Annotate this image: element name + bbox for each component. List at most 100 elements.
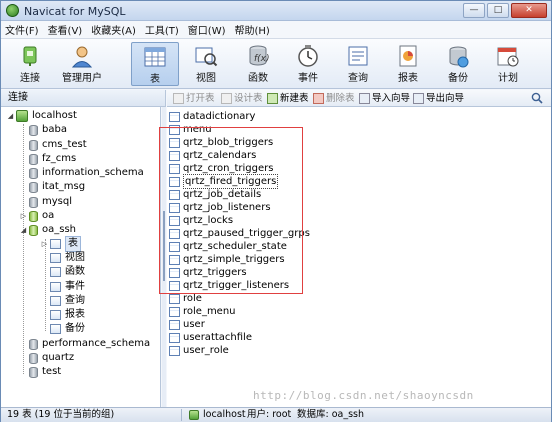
tree-guide-line-child xyxy=(45,239,46,331)
app-window: Navicat for MySQL — □ ✕ 文件(F) 查看(V) 收藏夹(… xyxy=(0,0,552,422)
tree-db-cms-test[interactable]: cms_test xyxy=(29,138,87,152)
event-icon xyxy=(298,45,318,67)
database-icon xyxy=(29,124,38,136)
table-item-user[interactable]: user xyxy=(169,318,205,331)
menu-help[interactable]: 帮助(H) xyxy=(235,22,270,37)
status-database: 数据库: oa_ssh xyxy=(297,409,365,420)
table-icon xyxy=(144,47,166,67)
tree-db-oa-ssh[interactable]: ◢ oa_ssh xyxy=(20,223,76,237)
table-icon xyxy=(169,345,180,356)
table-item-datadictionary[interactable]: datadictionary xyxy=(169,110,255,123)
status-connection: localhost xyxy=(203,409,246,420)
tree-db-quartz[interactable]: quartz xyxy=(29,351,74,365)
menu-tools[interactable]: 工具(T) xyxy=(145,22,179,37)
design-table-button[interactable]: 设计表 xyxy=(221,92,263,105)
menu-window[interactable]: 窗口(W) xyxy=(188,22,226,37)
search-icon[interactable] xyxy=(531,92,543,104)
query-icon xyxy=(50,296,61,306)
export-icon xyxy=(413,93,424,104)
tree-node-backups[interactable]: 备份 xyxy=(50,322,85,336)
manage-users-button[interactable]: 管理用户 xyxy=(59,42,105,86)
import-wizard-button[interactable]: 导入向导 xyxy=(359,92,410,105)
import-icon xyxy=(359,93,370,104)
table-icon xyxy=(169,332,180,343)
tree-db-performance-schema[interactable]: performance_schema xyxy=(29,337,150,351)
database-icon xyxy=(29,167,38,179)
database-icon xyxy=(29,338,38,350)
tree-node-tables[interactable]: ▷ 表 xyxy=(41,236,81,252)
minimize-button[interactable]: — xyxy=(463,3,485,18)
tree-db-fz-cms[interactable]: fz_cms xyxy=(29,152,76,166)
database-icon xyxy=(29,139,38,151)
object-toolbar: 打开表 设计表 新建表 删除表 导入向导 导出向导 xyxy=(167,90,551,107)
backup-icon xyxy=(50,324,61,334)
report-icon xyxy=(50,310,61,320)
maximize-button[interactable]: □ xyxy=(487,3,509,18)
tree-db-test[interactable]: test xyxy=(29,365,61,379)
menu-bar: 文件(F) 查看(V) 收藏夹(A) 工具(T) 窗口(W) 帮助(H) xyxy=(1,21,551,39)
tree-db-mysql[interactable]: mysql xyxy=(29,195,72,209)
view-icon xyxy=(195,47,218,67)
connection-button[interactable]: 连接 xyxy=(7,42,53,86)
red-highlight-annotation xyxy=(159,127,303,294)
events-button[interactable]: 事件 xyxy=(285,42,331,86)
views-button[interactable]: 视图 xyxy=(183,42,229,86)
table-icon xyxy=(169,319,180,330)
tree-node-functions[interactable]: 函数 xyxy=(50,265,85,279)
table-item-user-role[interactable]: user_role xyxy=(169,344,229,357)
schedule-icon xyxy=(497,47,519,67)
blog-watermark: http://blog.csdn.net/shaoyncsdn xyxy=(253,389,474,402)
reports-button[interactable]: 报表 xyxy=(385,42,431,86)
menu-view[interactable]: 查看(V) xyxy=(48,22,83,37)
expand-arrow-icon[interactable]: ▷ xyxy=(41,237,48,251)
tree-guide-line xyxy=(23,124,24,374)
open-table-button[interactable]: 打开表 xyxy=(173,92,215,105)
connection-panel-header: 连接 xyxy=(1,90,166,107)
collapse-arrow-icon[interactable]: ◢ xyxy=(7,109,14,123)
status-user: 用户: root xyxy=(247,409,292,420)
queries-button[interactable]: 查询 xyxy=(335,42,381,86)
database-icon xyxy=(29,153,38,165)
connection-icon xyxy=(16,110,28,122)
collapse-arrow-icon[interactable]: ◢ xyxy=(20,223,27,237)
delete-table-button[interactable]: 删除表 xyxy=(313,92,355,105)
database-icon xyxy=(29,196,38,208)
database-open-icon xyxy=(29,210,38,222)
export-wizard-button[interactable]: 导出向导 xyxy=(413,92,464,105)
user-icon xyxy=(71,46,93,68)
open-table-icon xyxy=(173,93,184,104)
schedule-button[interactable]: 计划 xyxy=(485,42,531,86)
tree-db-itat-msg[interactable]: itat_msg xyxy=(29,180,85,194)
table-item-role-menu[interactable]: role_menu xyxy=(169,305,236,318)
new-table-button[interactable]: 新建表 xyxy=(267,92,309,105)
backup-icon xyxy=(449,46,469,68)
view-icon xyxy=(50,253,61,263)
tables-button[interactable]: 表 xyxy=(131,42,179,86)
backup-button[interactable]: 备份 xyxy=(435,42,481,86)
tree-node-queries[interactable]: 查询 xyxy=(50,294,85,308)
tree-db-oa[interactable]: ▷ oa xyxy=(20,209,54,223)
tree-node-reports[interactable]: 报表 xyxy=(50,308,85,322)
database-open-icon xyxy=(29,224,38,236)
expand-arrow-icon[interactable]: ▷ xyxy=(20,209,27,223)
tree-node-views[interactable]: 视图 xyxy=(50,251,85,265)
table-item-userattachfile[interactable]: userattachfile xyxy=(169,331,252,344)
status-bar: 19 表 (19 位于当前的组) localhost 用户: root 数据库:… xyxy=(1,407,551,422)
tree-host-localhost[interactable]: ◢ localhost xyxy=(7,109,77,123)
tree-db-baba[interactable]: baba xyxy=(29,123,67,137)
table-icon xyxy=(169,306,180,317)
navicat-logo-icon xyxy=(6,4,19,17)
menu-favorites[interactable]: 收藏夹(A) xyxy=(91,22,136,37)
function-icon xyxy=(50,267,61,277)
tree-node-events[interactable]: 事件 xyxy=(50,280,85,294)
close-button[interactable]: ✕ xyxy=(511,3,547,18)
svg-text:f(x): f(x) xyxy=(254,54,270,64)
report-icon xyxy=(399,45,417,67)
functions-button[interactable]: f(x) 函数 xyxy=(235,42,281,86)
table-icon xyxy=(169,293,180,304)
menu-file[interactable]: 文件(F) xyxy=(5,22,39,37)
connection-tree: ◢ localhost baba cms_test fz_cms informa… xyxy=(1,107,161,407)
connection-icon xyxy=(23,46,37,66)
main-toolbar: 连接 管理用户 表 视图 f(x) 函数 事件 查询 报表 备份 计划 xyxy=(1,39,551,89)
tree-db-information-schema[interactable]: information_schema xyxy=(29,166,144,180)
